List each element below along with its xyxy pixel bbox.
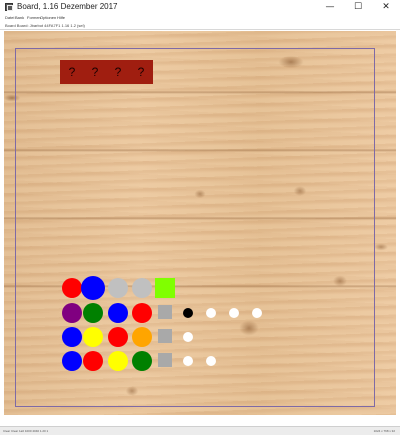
menu-optionen[interactable]: Optionen: [40, 14, 56, 21]
color-token[interactable]: [132, 303, 152, 323]
menu-datei[interactable]: Datei: [5, 14, 14, 21]
window-title: Board, 1.16 Dezember 2017: [17, 2, 118, 11]
color-token[interactable]: [83, 303, 103, 323]
color-token[interactable]: [108, 327, 128, 347]
menu-bar: Datei Bank Formen Optionen Hilfe: [0, 14, 400, 21]
color-token[interactable]: [62, 278, 82, 298]
menu-formen[interactable]: Formen: [27, 14, 41, 21]
color-token[interactable]: [108, 303, 128, 323]
feedback-peg: [229, 308, 239, 318]
minimize-button[interactable]: —: [316, 0, 344, 14]
color-token[interactable]: [83, 327, 103, 347]
color-token[interactable]: [62, 327, 82, 347]
code-card[interactable]: ?: [106, 60, 130, 84]
feedback-peg: [206, 356, 216, 366]
feedback-peg: [183, 332, 193, 342]
code-card[interactable]: ?: [83, 60, 107, 84]
feedback-peg: [183, 308, 193, 318]
info-text: Board Board: Jbarbot 44FA7F1 1.16 1.2 (s…: [5, 23, 85, 28]
status-left-text: Clear Clear 1a0 1000 4040 1.20 1: [3, 429, 49, 433]
close-button[interactable]: ✕: [372, 0, 400, 14]
secret-code-cards: ????: [60, 60, 153, 84]
color-token[interactable]: [62, 303, 82, 323]
maximize-button[interactable]: ☐: [344, 0, 372, 14]
feedback-peg: [206, 308, 216, 318]
color-token[interactable]: [108, 351, 128, 371]
title-bar: Board, 1.16 Dezember 2017 — ☐ ✕: [0, 0, 400, 14]
color-token[interactable]: [132, 351, 152, 371]
board-app-icon: [5, 3, 13, 11]
game-board[interactable]: ????: [4, 31, 396, 415]
status-right-text: 1024 x 768 x 32: [373, 429, 395, 433]
feedback-peg: [183, 356, 193, 366]
menu-bank[interactable]: Bank: [15, 14, 24, 21]
color-token[interactable]: [62, 351, 82, 371]
feedback-peg: [252, 308, 262, 318]
color-token[interactable]: [83, 351, 103, 371]
evaluate-square[interactable]: [155, 278, 175, 298]
code-card[interactable]: ?: [60, 60, 84, 84]
color-token[interactable]: [81, 276, 105, 300]
evaluate-square[interactable]: [158, 305, 172, 319]
info-bar: Board Board: Jbarbot 44FA7F1 1.16 1.2 (s…: [0, 21, 400, 30]
code-card[interactable]: ?: [129, 60, 153, 84]
color-token[interactable]: [132, 278, 152, 298]
evaluate-square[interactable]: [158, 353, 172, 367]
status-bar: Clear Clear 1a0 1000 4040 1.20 1 1024 x …: [0, 426, 400, 435]
evaluate-square[interactable]: [158, 329, 172, 343]
color-token[interactable]: [132, 327, 152, 347]
color-token[interactable]: [108, 278, 128, 298]
menu-hilfe[interactable]: Hilfe: [57, 14, 65, 21]
